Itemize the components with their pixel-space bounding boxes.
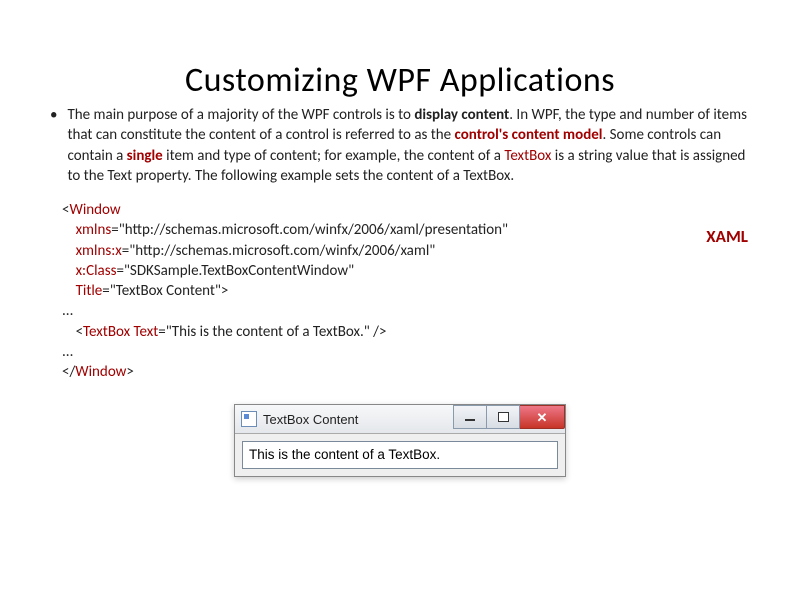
emphasis: control's content model	[455, 126, 603, 144]
minimize-icon	[465, 419, 475, 421]
code: ="SDKSample.TextBoxContentWindow"	[116, 262, 354, 280]
code: ="TextBox Content">	[102, 282, 228, 300]
window-body: This is the content of a TextBox.	[235, 434, 565, 476]
paragraph: The main purpose of a majority of the WP…	[67, 105, 750, 186]
maximize-icon	[498, 412, 509, 422]
emphasis: display content	[414, 106, 509, 124]
window-icon	[241, 411, 257, 427]
code: Window	[69, 201, 120, 219]
titlebar: TextBox Content ✕	[235, 405, 565, 434]
code: ...	[62, 302, 73, 320]
code: Title	[62, 282, 102, 300]
textbox-field[interactable]: This is the content of a TextBox.	[242, 441, 558, 469]
text: item and type of content; for example, t…	[163, 147, 505, 165]
text: The main purpose of a majority of the WP…	[67, 106, 414, 124]
code: ="http://schemas.microsoft.com/winfx/200…	[111, 221, 508, 239]
window-buttons: ✕	[453, 405, 565, 433]
close-button[interactable]: ✕	[520, 405, 565, 429]
code: x:Class	[62, 262, 116, 280]
window-title: TextBox Content	[263, 412, 453, 427]
code: xmlns:x	[62, 242, 122, 260]
bullet-dot: •	[50, 105, 57, 125]
emphasis: TextBox	[504, 147, 551, 165]
code: ="This is the content of a TextBox." />	[158, 323, 386, 341]
emphasis: single	[127, 147, 163, 165]
code: >	[126, 363, 133, 381]
code: <	[62, 323, 83, 341]
example-window: TextBox Content ✕ This is the content of…	[234, 404, 566, 477]
code: ...	[62, 343, 73, 361]
close-icon: ✕	[537, 411, 548, 424]
maximize-button[interactable]	[487, 405, 520, 429]
bullet-item: • The main purpose of a majority of the …	[50, 105, 750, 186]
page-title: Customizing WPF Applications	[50, 60, 750, 101]
code: Text	[130, 323, 158, 341]
xaml-language-label: XAML	[706, 226, 748, 247]
code: </	[62, 363, 75, 381]
code: TextBox	[83, 323, 130, 341]
xaml-code-block: <Window xmlns="http://schemas.microsoft.…	[62, 200, 750, 382]
code: ="http://schemas.microsoft.com/winfx/200…	[122, 242, 436, 260]
code: xmlns	[62, 221, 111, 239]
minimize-button[interactable]	[453, 405, 487, 429]
code: Window	[75, 363, 126, 381]
